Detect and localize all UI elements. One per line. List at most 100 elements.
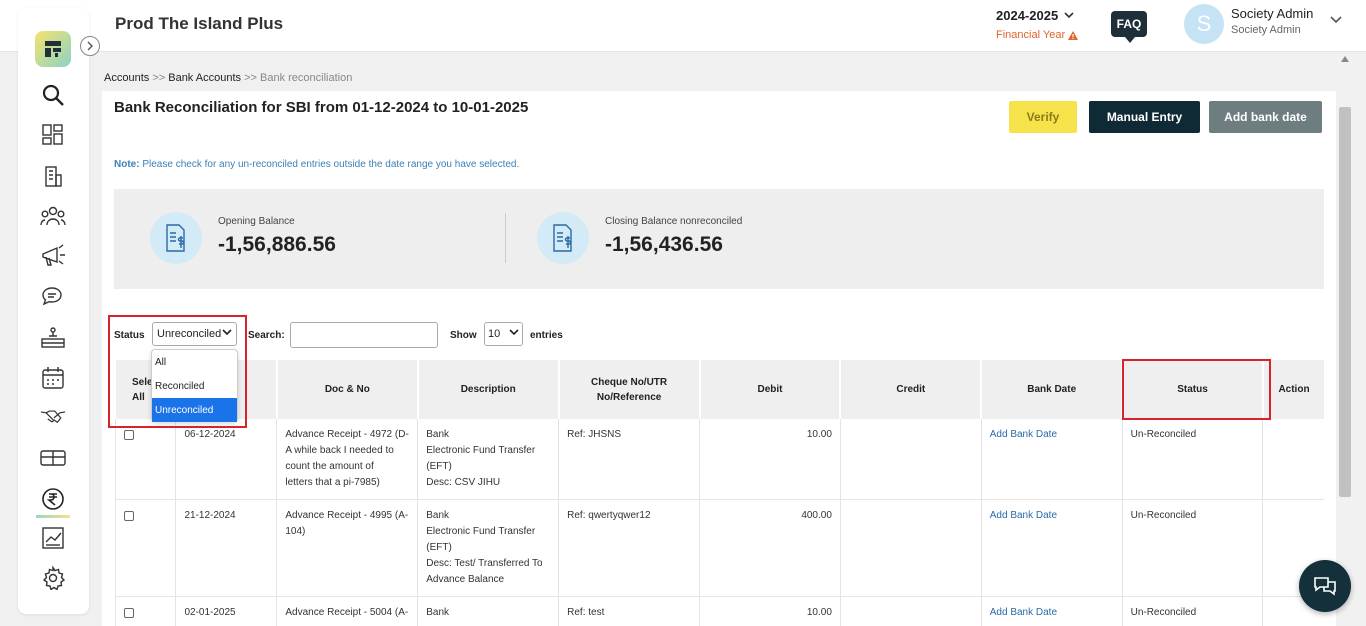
rupee-icon[interactable] [40, 486, 66, 512]
reconciliation-table: Sele All Doc & No Description Cheque No/U… [114, 360, 1324, 626]
sidebar [18, 8, 89, 614]
document-dollar-icon [537, 212, 589, 264]
status-select-value: Unreconciled [157, 328, 222, 340]
document-dollar-icon [150, 212, 202, 264]
opening-balance-label: Opening Balance [218, 216, 295, 227]
verify-button[interactable]: Verify [1009, 101, 1077, 133]
status-header: Status [1121, 360, 1263, 419]
chat-support-button[interactable] [1299, 560, 1351, 612]
row-checkbox-cell [114, 499, 176, 597]
status-option-all[interactable]: All [152, 350, 237, 374]
bank-date-cell: Add Bank Date [980, 419, 1123, 500]
debit-cell: 400.00 [699, 499, 841, 597]
row-checkbox[interactable] [123, 608, 134, 618]
doc-cell: Advance Receipt - 5004 (A- [276, 596, 418, 626]
description-cell: Bank Electronic Fund Transfer (EFT) Desc: C… [417, 419, 559, 500]
row-checkbox-cell [114, 596, 176, 626]
financial-year-selector[interactable]: 2024-2025 Financial Year [996, 8, 1079, 41]
building-icon[interactable] [40, 163, 66, 189]
avatar[interactable]: S [1184, 4, 1224, 44]
breadcrumb-bank-accounts[interactable]: Bank Accounts [168, 72, 241, 84]
search-icon[interactable] [40, 82, 66, 108]
status-option-reconciled[interactable]: Reconciled [152, 374, 237, 398]
parcel-icon[interactable] [40, 445, 66, 471]
status-cell: Un-Reconciled [1121, 499, 1263, 597]
calendar-icon[interactable] [40, 365, 66, 391]
opening-balance-value: -1,56,886.56 [218, 233, 336, 256]
user-name[interactable]: Society Admin [1231, 6, 1313, 21]
date-cell: 06-12-2024 [175, 419, 277, 500]
facility-icon[interactable] [40, 324, 66, 350]
chevron-down-icon [222, 329, 232, 336]
table-row: 21-12-2024 Advance Receipt - 4995 (A- 104… [114, 499, 1324, 597]
breadcrumb-accounts[interactable]: Accounts [104, 72, 149, 84]
chat-icon [1314, 577, 1336, 596]
scrollbar-thumb[interactable] [1339, 107, 1351, 497]
entries-select-value: 10 [488, 328, 501, 340]
row-checkbox[interactable] [123, 430, 134, 440]
members-icon[interactable] [40, 203, 66, 229]
dashboard-icon[interactable] [40, 122, 66, 148]
reports-icon[interactable] [40, 525, 66, 551]
main-card: Bank Reconciliation for SBI from 01-12-2… [102, 91, 1336, 626]
top-header: Prod The Island Plus 2024-2025 Financial… [0, 0, 1366, 52]
scroll-up-icon[interactable] [1341, 56, 1349, 62]
sidebar-collapse-button[interactable] [80, 36, 100, 56]
entries-label: entries [530, 330, 563, 341]
add-bank-date-link[interactable]: Add Bank Date [990, 429, 1057, 440]
chat-icon[interactable] [40, 284, 66, 310]
logo[interactable] [35, 31, 71, 67]
debit-cell: 10.00 [699, 419, 841, 500]
search-input[interactable] [290, 322, 438, 348]
chevron-down-icon [509, 329, 519, 336]
status-select[interactable]: Unreconciled [152, 322, 237, 346]
credit-cell [839, 596, 982, 626]
status-option-unreconciled[interactable]: Unreconciled [152, 398, 237, 422]
reference-cell: Ref: qwertyqwer12 [558, 499, 700, 597]
credit-header: Credit [839, 360, 982, 419]
entries-select[interactable]: 10 [484, 322, 523, 346]
debit-cell: 10.00 [699, 596, 841, 626]
note: Note: Please check for any un-reconciled… [114, 159, 519, 170]
announcement-icon[interactable] [40, 243, 66, 269]
bank-date-cell: Add Bank Date [980, 499, 1123, 597]
credit-cell [839, 499, 982, 597]
status-cell: Un-Reconciled [1121, 596, 1263, 626]
row-checkbox[interactable] [123, 511, 134, 521]
add-bank-date-link[interactable]: Add Bank Date [990, 607, 1057, 618]
balances-panel: Opening Balance -1,56,886.56 Closing Bal… [114, 189, 1324, 289]
financial-year-dropdown[interactable]: 2024-2025 [996, 8, 1078, 23]
show-label: Show [450, 330, 477, 341]
manual-entry-button[interactable]: Manual Entry [1089, 101, 1200, 133]
bank-date-header: Bank Date [980, 360, 1123, 419]
divider [505, 213, 506, 263]
chevron-down-icon [1064, 12, 1074, 19]
closing-balance-value: -1,56,436.56 [605, 233, 723, 256]
table-row: 06-12-2024 Advance Receipt - 4972 (D- A w… [114, 419, 1324, 500]
user-role: Society Admin [1231, 24, 1301, 36]
debit-header: Debit [698, 360, 841, 419]
cheque-header: Cheque No/UTR No/Reference [557, 360, 700, 419]
status-dropdown: All Reconciled Unreconciled [151, 349, 238, 422]
credit-cell [839, 419, 982, 500]
doc-cell: Advance Receipt - 4972 (D- A while back I… [276, 419, 418, 500]
breadcrumb-separator: >> [152, 72, 166, 84]
settings-icon[interactable] [40, 565, 66, 591]
add-bank-date-link[interactable]: Add Bank Date [990, 510, 1057, 521]
faq-button[interactable]: FAQ [1111, 11, 1147, 43]
reference-cell: Ref: test [558, 596, 700, 626]
bank-date-cell: Add Bank Date [980, 596, 1123, 626]
date-cell: 02-01-2025 [175, 596, 277, 626]
table-header-row: Sele All Doc & No Description Cheque No/U… [114, 360, 1324, 419]
active-nav-indicator [36, 515, 70, 518]
financial-year-label: Financial Year [996, 29, 1066, 41]
doc-cell: Advance Receipt - 4995 (A- 104) [276, 499, 418, 597]
closing-balance-label: Closing Balance nonreconciled [605, 216, 743, 227]
add-bank-date-button[interactable]: Add bank date [1209, 101, 1322, 133]
table-row: 02-01-2025 Advance Receipt - 5004 (A- Ba… [114, 596, 1324, 626]
row-checkbox-cell [114, 419, 176, 500]
description-header: Description [416, 360, 559, 419]
handshake-icon[interactable] [40, 405, 66, 431]
page-title: Bank Reconciliation for SBI from 01-12-2… [114, 99, 529, 116]
chevron-down-icon[interactable] [1330, 16, 1342, 24]
